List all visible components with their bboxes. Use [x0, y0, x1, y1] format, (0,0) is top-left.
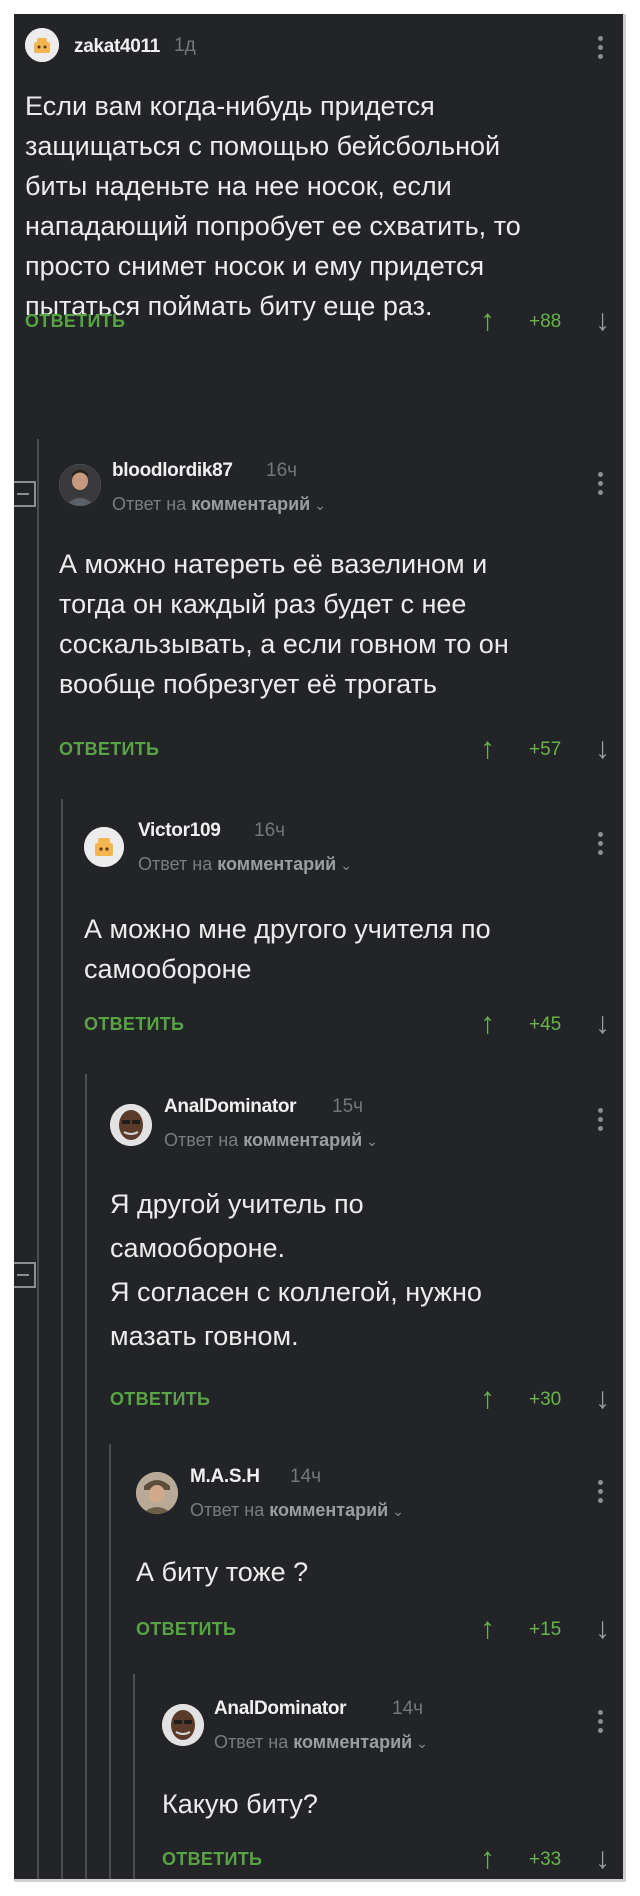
- reply-button[interactable]: ОТВЕТИТЬ: [162, 1849, 262, 1870]
- score: +57: [529, 739, 562, 760]
- avatar[interactable]: [136, 1472, 178, 1514]
- thread-line-level-5[interactable]: [133, 1674, 135, 1879]
- reply-to-prefix: Ответ на: [112, 494, 192, 514]
- score: +15: [529, 1619, 562, 1640]
- comment-text: А биту тоже ?: [136, 1557, 309, 1587]
- timestamp: 1д: [174, 35, 196, 56]
- score: +33: [529, 1849, 562, 1870]
- comment-text: А можно мне другого учителя по самооборо…: [84, 914, 491, 984]
- chevron-down-icon[interactable]: ⌄: [314, 497, 326, 513]
- reply-to-link[interactable]: комментарий: [191, 494, 310, 514]
- avatar[interactable]: [59, 464, 101, 506]
- reply-button[interactable]: ОТВЕТИТЬ: [25, 311, 125, 332]
- score: +30: [529, 1389, 562, 1410]
- comment-text: Если вам когда-нибудь придется защищатьс…: [25, 91, 521, 321]
- downvote-icon[interactable]: ↓: [595, 1844, 610, 1874]
- timestamp: 15ч: [332, 1096, 364, 1117]
- score: +88: [529, 311, 562, 332]
- upvote-icon[interactable]: ↑: [480, 306, 495, 336]
- reply-button[interactable]: ОТВЕТИТЬ: [110, 1389, 210, 1410]
- user-photo-icon: [136, 1472, 178, 1514]
- reply-button[interactable]: ОТВЕТИТЬ: [59, 739, 159, 760]
- reply-button[interactable]: ОТВЕТИТЬ: [136, 1619, 236, 1640]
- user-photo-icon: [110, 1104, 152, 1146]
- reply-to-prefix: Ответ на: [164, 1130, 244, 1150]
- more-options-icon[interactable]: [598, 832, 604, 859]
- upvote-icon[interactable]: ↑: [480, 734, 495, 764]
- user-photo-icon: [162, 1704, 204, 1746]
- upvote-icon[interactable]: ↑: [480, 1614, 495, 1644]
- collapse-thread-button[interactable]: [14, 1262, 36, 1288]
- reply-to-label: Ответ на комментарий ⌄: [164, 1130, 378, 1151]
- reply-to-label: Ответ на комментарий ⌄: [112, 494, 326, 515]
- collapse-thread-button[interactable]: [14, 481, 36, 507]
- upvote-icon[interactable]: ↑: [480, 1844, 495, 1874]
- downvote-icon[interactable]: ↓: [595, 734, 610, 764]
- username[interactable]: Victor109: [138, 820, 221, 842]
- reply-to-link[interactable]: комментарий: [293, 1732, 412, 1752]
- chevron-down-icon[interactable]: ⌄: [366, 1133, 378, 1149]
- reply-to-label: Ответ на комментарий ⌄: [214, 1732, 428, 1753]
- more-options-icon[interactable]: [598, 36, 604, 63]
- more-options-icon[interactable]: [598, 1710, 604, 1737]
- comment-text: Я другой учитель по самообороне. Я согла…: [110, 1189, 482, 1351]
- timestamp: 16ч: [266, 460, 298, 481]
- downvote-icon[interactable]: ↓: [595, 1614, 610, 1644]
- reply-to-prefix: Ответ на: [190, 1500, 270, 1520]
- score: +45: [529, 1014, 562, 1035]
- downvote-icon[interactable]: ↓: [595, 306, 610, 336]
- username[interactable]: M.A.S.H: [190, 1466, 260, 1488]
- username[interactable]: AnalDominator: [164, 1096, 297, 1118]
- thread-line-level-1[interactable]: [37, 439, 39, 1879]
- username[interactable]: AnalDominator: [214, 1698, 347, 1720]
- comment-text: Какую биту?: [162, 1789, 318, 1819]
- avatar[interactable]: [25, 28, 59, 62]
- avatar[interactable]: [84, 827, 124, 867]
- thread-line-level-3[interactable]: [85, 1074, 87, 1879]
- downvote-icon[interactable]: ↓: [595, 1009, 610, 1039]
- downvote-icon[interactable]: ↓: [595, 1384, 610, 1414]
- reply-to-link[interactable]: комментарий: [243, 1130, 362, 1150]
- reply-to-label: Ответ на комментарий ⌄: [190, 1500, 404, 1521]
- chevron-down-icon[interactable]: ⌄: [416, 1735, 428, 1751]
- more-options-icon[interactable]: [598, 1108, 604, 1135]
- default-avatar-icon: [25, 28, 59, 62]
- avatar[interactable]: [110, 1104, 152, 1146]
- user-photo-icon: [59, 464, 101, 506]
- more-options-icon[interactable]: [598, 472, 604, 499]
- more-options-icon[interactable]: [598, 1480, 604, 1507]
- chevron-down-icon[interactable]: ⌄: [340, 857, 352, 873]
- reply-button[interactable]: ОТВЕТИТЬ: [84, 1014, 184, 1035]
- reply-to-link[interactable]: комментарий: [269, 1500, 388, 1520]
- chevron-down-icon[interactable]: ⌄: [392, 1503, 404, 1519]
- avatar[interactable]: [162, 1704, 204, 1746]
- comment-text: А можно натереть её вазелином и тогда он…: [59, 549, 509, 699]
- upvote-icon[interactable]: ↑: [480, 1384, 495, 1414]
- thread-line-level-4[interactable]: [109, 1444, 111, 1879]
- timestamp: 16ч: [254, 820, 286, 841]
- username[interactable]: bloodlordik87: [112, 460, 233, 482]
- timestamp: 14ч: [290, 1466, 322, 1487]
- reply-to-prefix: Ответ на: [138, 854, 218, 874]
- reply-to-prefix: Ответ на: [214, 1732, 294, 1752]
- username[interactable]: zakat4011: [74, 36, 160, 58]
- thread-line-level-2[interactable]: [61, 799, 63, 1879]
- default-avatar-icon: [84, 827, 124, 867]
- upvote-icon[interactable]: ↑: [480, 1009, 495, 1039]
- reply-to-link[interactable]: комментарий: [217, 854, 336, 874]
- timestamp: 14ч: [392, 1698, 424, 1719]
- reply-to-label: Ответ на комментарий ⌄: [138, 854, 352, 875]
- comment-thread: zakat4011 1д Если вам когда-нибудь приде…: [14, 14, 626, 1882]
